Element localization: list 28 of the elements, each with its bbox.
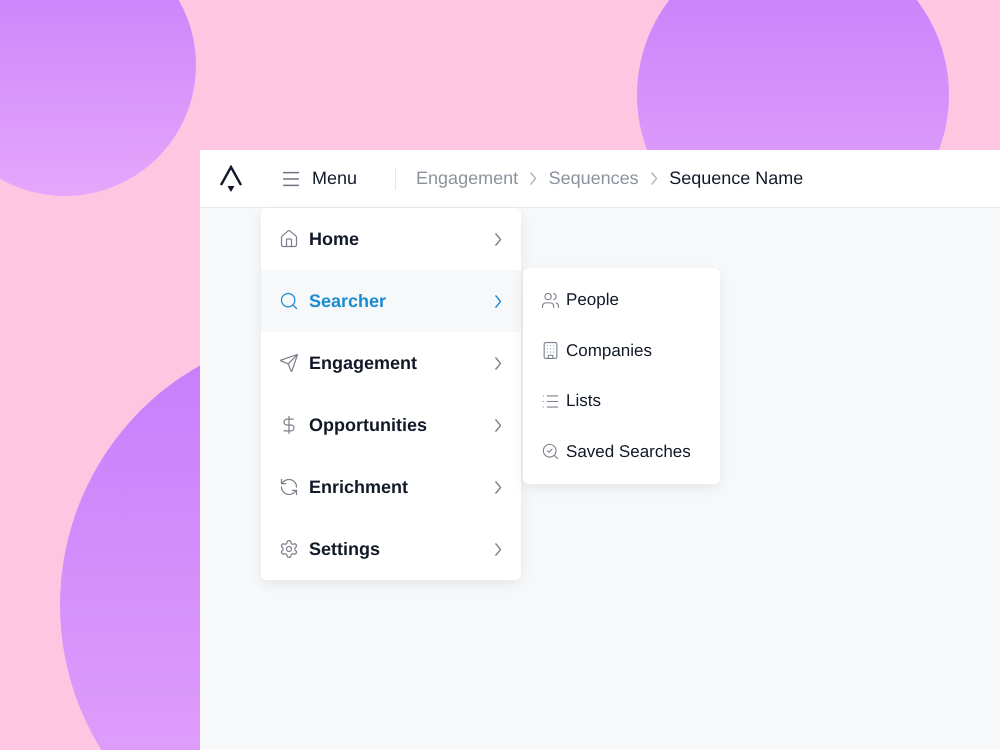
settings-icon (279, 539, 299, 559)
building-icon (541, 341, 560, 360)
people-icon (541, 290, 560, 310)
submenu-item[interactable]: People (523, 275, 720, 326)
breadcrumb-link[interactable]: Sequence Name (669, 168, 804, 189)
submenu-item[interactable]: Companies (523, 326, 720, 376)
submenu-item[interactable]: Saved Searches (523, 426, 720, 477)
menu-item[interactable]: Enrichment (261, 456, 521, 518)
logo-icon (220, 164, 242, 192)
chevron-icon (530, 172, 537, 185)
submenu-item[interactable]: Lists (523, 376, 720, 426)
search-icon (279, 291, 299, 311)
home-icon (279, 229, 299, 249)
search-check-icon (541, 442, 560, 462)
chevron-icon (650, 172, 658, 185)
menu-item[interactable]: Opportunities (261, 394, 521, 456)
menu-item[interactable]: Home (261, 208, 521, 270)
chevron-icon (494, 480, 501, 494)
menu-item[interactable]: Engagement (261, 332, 521, 394)
chevron-icon (494, 294, 501, 308)
chevron-icon (494, 356, 501, 370)
chevron-icon (494, 418, 501, 432)
refresh-icon (279, 477, 299, 497)
paper-plane-icon (279, 353, 299, 373)
chevron-icon (494, 542, 501, 556)
menu-button[interactable]: Menu (280, 168, 358, 190)
chevron-icon (494, 232, 501, 246)
menu-item[interactable]: Settings (261, 518, 521, 580)
